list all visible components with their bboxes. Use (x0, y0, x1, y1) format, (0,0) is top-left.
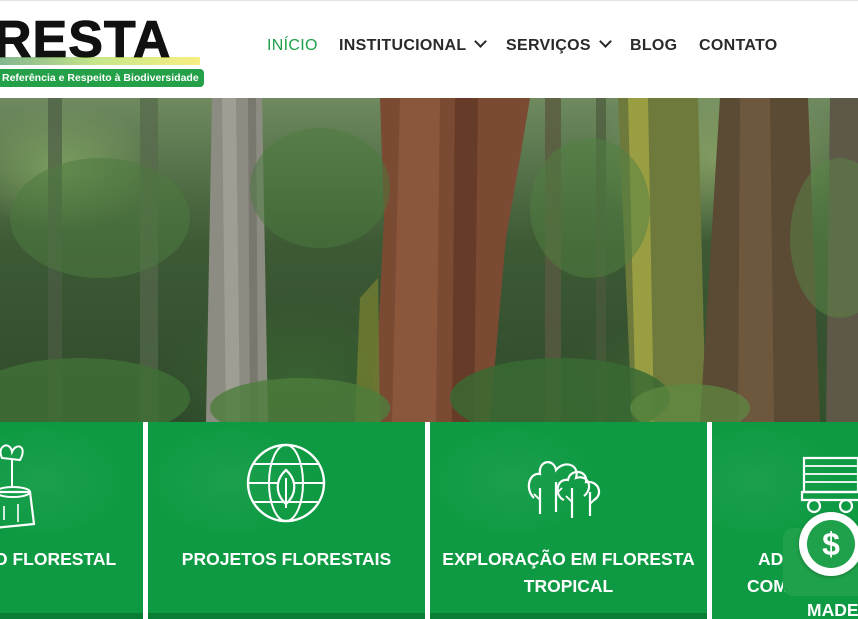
card-bottom-bar (430, 613, 707, 619)
nav-item-servicos[interactable]: SERVIÇOS (506, 35, 612, 55)
nav-item-blog[interactable]: BLOG (630, 37, 677, 55)
nav-item-inicio[interactable]: INÍCIO (267, 37, 318, 55)
trees-forest-icon (527, 461, 601, 518)
service-card-label: AD (758, 549, 784, 569)
service-card-label-line3: MADE (807, 600, 858, 619)
dollar-chat-icon: $ (807, 520, 855, 568)
globe-leaf-icon (246, 443, 326, 523)
floating-chat-button[interactable]: $ (783, 506, 858, 596)
main-nav: INÍCIO INSTITUCIONAL SERVIÇOS BLOG CONTA… (0, 35, 858, 59)
card-bottom-bar (0, 613, 143, 619)
logo-tagline: Referência e Respeito à Biodiversidade (0, 69, 204, 87)
hero-forest-image (0, 98, 858, 422)
service-card-label: PROJETOS FLORESTAIS (181, 549, 392, 569)
nav-item-contato[interactable]: CONTATO (699, 37, 778, 55)
tree-stump-icon (0, 444, 36, 529)
service-card[interactable]: PROJETOS FLORESTAIS (148, 422, 425, 619)
service-card[interactable]: EXPLORAÇÃO EM FLORESTA TROPICAL (430, 422, 707, 619)
chevron-down-icon (474, 35, 488, 48)
nav-item-institucional[interactable]: INSTITUCIONAL (339, 35, 488, 55)
site-header: RESTA Referência e Respeito à Biodiversi… (0, 0, 858, 99)
service-card[interactable]: O FLORESTAL (0, 422, 143, 619)
nav-item-institucional-label: INSTITUCIONAL (339, 37, 467, 54)
nav-item-servicos-label: SERVIÇOS (506, 37, 591, 54)
services-row: O FLORESTAL PROJETOS FLORESTAIS EXPLORAÇ… (0, 422, 858, 619)
service-card-label: O FLORESTAL (0, 549, 117, 569)
forest-illustration (0, 98, 858, 422)
service-card-label: EXPLORAÇÃO EM FLORESTA TROPICAL (442, 549, 695, 596)
card-bottom-bar (148, 613, 425, 619)
chevron-down-icon (598, 35, 612, 48)
service-card-label-line2: COM (747, 576, 788, 596)
